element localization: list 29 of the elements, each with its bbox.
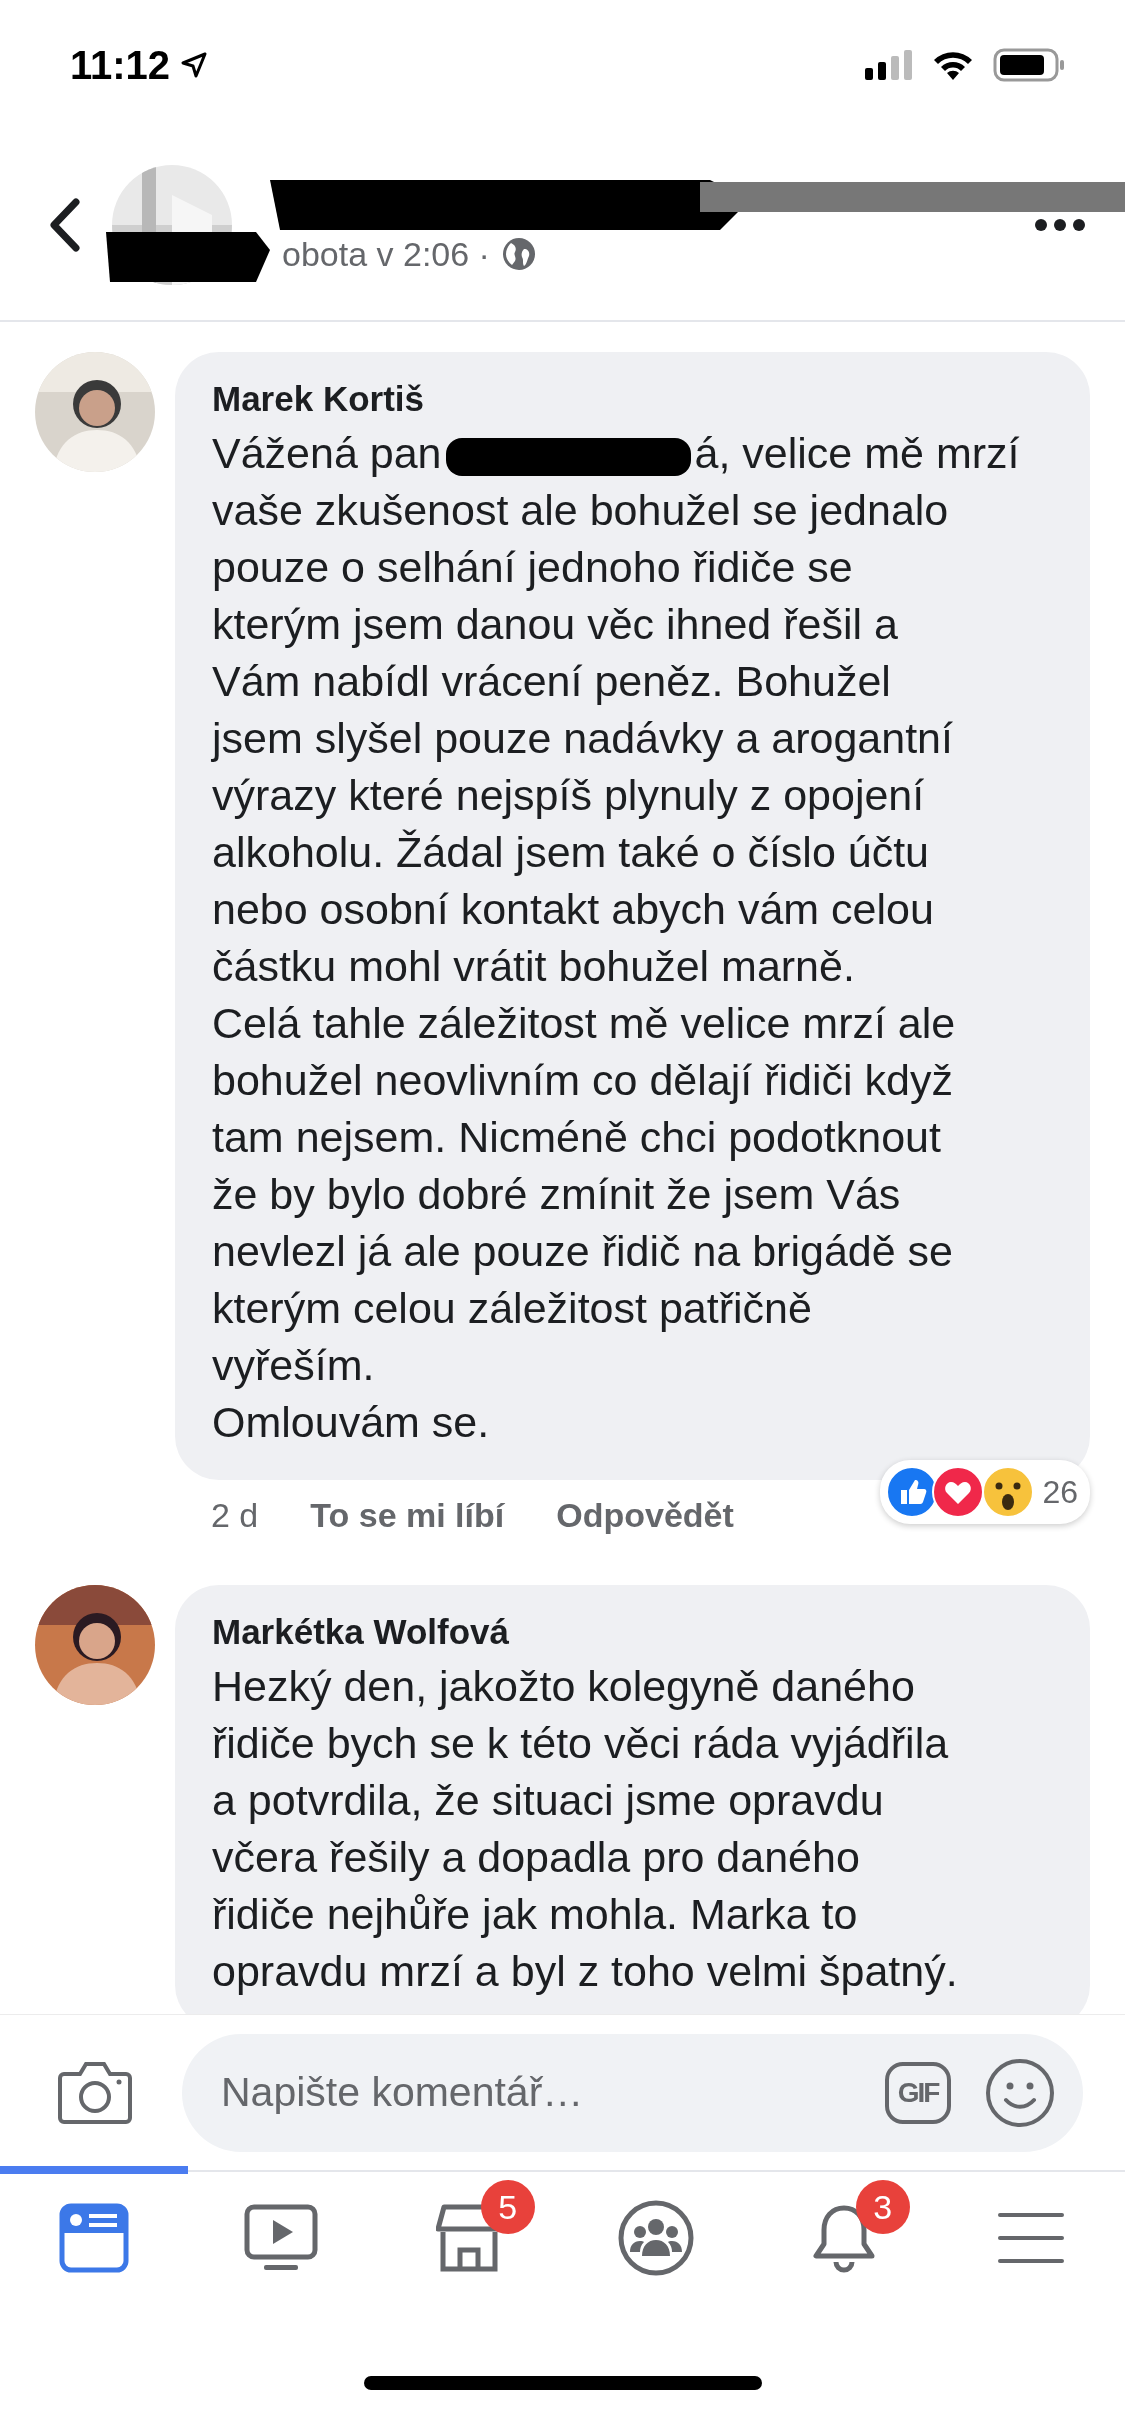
group-icon [618, 2200, 695, 2276]
comment-author[interactable]: Markétka Wolfová [212, 1606, 1064, 1658]
gif-button[interactable]: GIF [885, 2061, 951, 2124]
reply-link[interactable]: Odpovědět [556, 1496, 734, 1535]
reaction-count: 26 [1042, 1473, 1078, 1511]
back-icon[interactable] [48, 198, 82, 252]
more-icon[interactable] [1035, 219, 1085, 231]
comment-text: Hezký den, jakožto kolegyně daného řidiče bych se k této věci ráda vyjádřila a potvrdila, že situaci jsme opravdu včera řešily a dopadla pro daného řidiče nejhůře jak mohla. Marka to opravdu mrzí a byl z toho velmi špatný. [212, 1661, 959, 1997]
video-icon [244, 2204, 319, 2272]
notification-badge: 3 [855, 2180, 910, 2234]
status-time: 11:12 [70, 42, 171, 88]
tab[interactable]: 3 [750, 2166, 938, 2302]
news-feed-icon [58, 2203, 129, 2273]
emoji-icon[interactable] [985, 2057, 1055, 2128]
globe-icon [501, 237, 536, 271]
comment-text: Vážená pan á, velice mě mrzí vaše zkušenost ale bohužel se jednalo pouze o selhání jednoho řidiče se kterým jsem danou věc ihned řešil a Vám nabídl vrácení peněz. Bohužel jsem slyšel pouze nadávky a arogantní výrazy které nejspíš plynuly z opojení alkoholu. Žádal jsem také o číslo účtu nebo osobní kontakt abych vám celou částku mohl vrátit bohužel marně. Celá tahle záležitost mě velice mrzí ale bohužel neovlivním co dělají řidiči když tam nejsem. Nicméně chci podotknout že by bylo dobré zmínit že jsem Vás nevlezl já ale pouze řidič na brigádě se kterým celou záležitost patřičně vyřeším. Omlouvám se. [212, 428, 1021, 1448]
reaction-summary[interactable]: 26 [880, 1460, 1090, 1524]
post-timestamp: obota v 2:06 · [282, 234, 490, 274]
comment-author[interactable]: Marek Kortiš [212, 373, 1064, 425]
comment-time: 2 d [211, 1496, 259, 1535]
menu-icon [998, 2211, 1065, 2265]
like-link[interactable]: To se mi líbí [310, 1496, 505, 1535]
location-arrow-icon [180, 51, 209, 79]
notification-badge: 5 [480, 2180, 535, 2234]
comment-field[interactable]: Napište komentář… GIF [182, 2033, 1083, 2152]
tab[interactable]: 5 [375, 2166, 563, 2302]
battery-icon [993, 48, 1065, 82]
signal-icon [865, 48, 913, 82]
camera-icon[interactable] [58, 2059, 132, 2126]
